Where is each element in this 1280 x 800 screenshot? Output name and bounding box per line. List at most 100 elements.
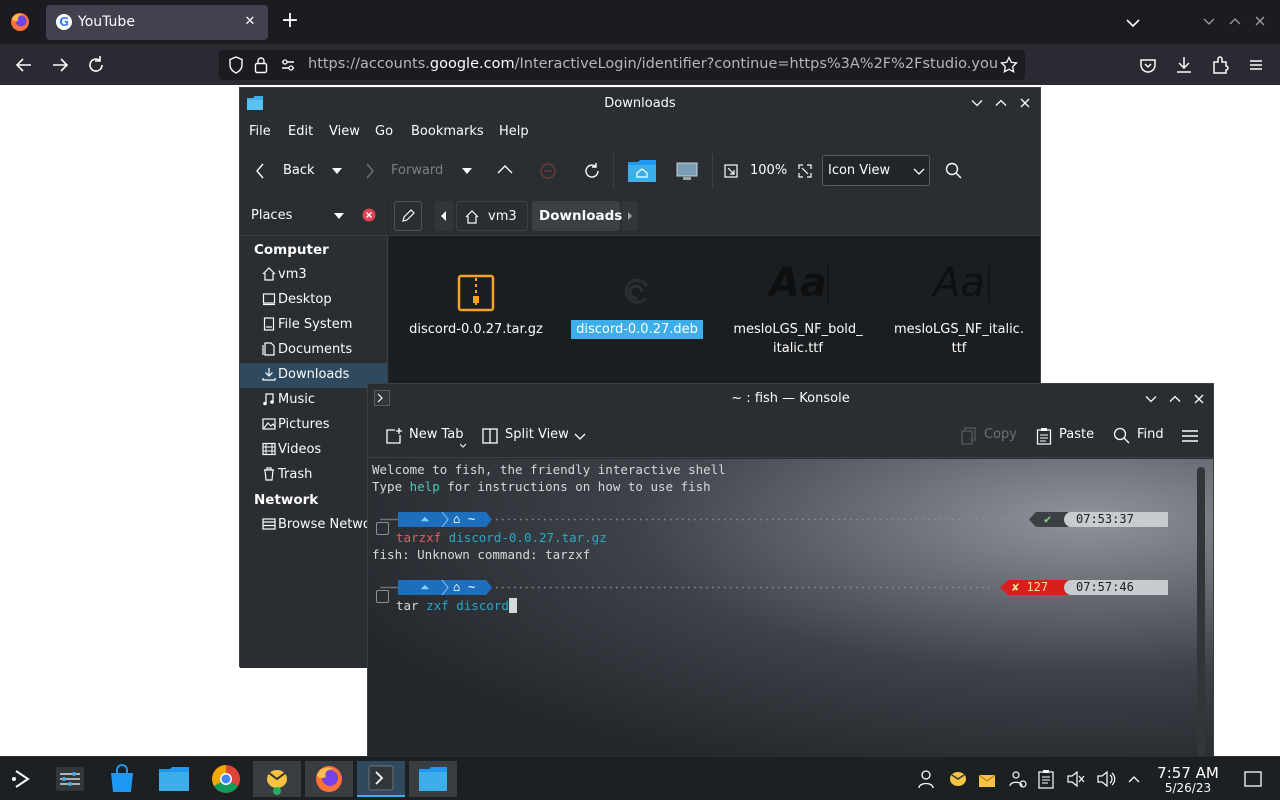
terminal-scrollbar[interactable] <box>1197 467 1205 757</box>
close-icon[interactable] <box>1192 392 1206 406</box>
downloads-icon[interactable] <box>1172 53 1196 77</box>
lock-icon[interactable] <box>253 55 269 75</box>
maximize-icon[interactable] <box>994 96 1008 110</box>
sidebar-item-trash[interactable]: Trash <box>240 463 387 488</box>
reload-icon[interactable] <box>84 53 108 77</box>
wine-tray-icon[interactable] <box>948 769 968 789</box>
sidebar-item-desktop[interactable]: Desktop <box>240 288 387 313</box>
sidebar-item-downloads[interactable]: Downloads <box>240 363 387 388</box>
audio-muted-icon[interactable] <box>1066 769 1086 789</box>
places-dropdown-icon[interactable] <box>334 212 344 220</box>
sidebar-item-videos[interactable]: Videos <box>240 438 387 463</box>
clock-time[interactable]: 7:57 AM <box>1155 764 1221 782</box>
wine-app-icon[interactable] <box>253 761 301 797</box>
close-icon[interactable] <box>1018 96 1032 110</box>
split-view-button[interactable]: Split View <box>505 427 569 442</box>
terminal-panel-icon[interactable] <box>676 161 698 181</box>
sidebar-item-documents[interactable]: Documents <box>240 338 387 363</box>
minimize-icon[interactable] <box>970 96 984 110</box>
sidebar-item-pictures[interactable]: Pictures <box>240 413 387 438</box>
zoom-level[interactable]: 100% <box>750 163 787 178</box>
close-tab-icon[interactable]: ✕ <box>240 12 260 32</box>
up-chevron-icon[interactable] <box>496 163 514 175</box>
url-bar[interactable]: https://accounts.google.com/InteractiveL… <box>219 50 1025 80</box>
pocket-icon[interactable] <box>1136 53 1160 77</box>
breadcrumb-expand-icon[interactable] <box>622 201 638 231</box>
permissions-icon[interactable] <box>279 56 297 74</box>
forward-chevron-icon[interactable] <box>364 162 376 180</box>
terminal-area[interactable]: Welcome to fish, the friendly interactiv… <box>368 459 1213 762</box>
user-icon[interactable] <box>916 769 936 789</box>
discover-store-icon[interactable] <box>102 761 142 797</box>
show-desktop-icon[interactable] <box>1243 769 1263 789</box>
dolphin-titlebar[interactable]: Downloads <box>240 88 1040 118</box>
firefox-logo-icon[interactable] <box>8 10 32 34</box>
menu-file[interactable]: File <box>249 124 271 139</box>
menu-bookmarks[interactable]: Bookmarks <box>411 124 484 139</box>
system-settings-icon[interactable] <box>50 761 90 797</box>
sidebar-item-browse-network[interactable]: Browse Netwo <box>240 513 387 538</box>
url-text[interactable]: https://accounts.google.com/InteractiveL… <box>308 56 998 72</box>
minimize-icon[interactable] <box>1144 392 1158 406</box>
app-launcher-icon[interactable] <box>2 761 42 797</box>
sidebar-item-file-system[interactable]: File System <box>240 313 387 338</box>
breadcrumb-home[interactable]: vm3 <box>456 201 528 231</box>
back-button[interactable]: Back <box>283 163 315 178</box>
find-button[interactable]: Find <box>1137 427 1164 442</box>
scroll-left-icon[interactable] <box>435 201 453 231</box>
view-mode-select[interactable]: Icon View <box>822 155 930 186</box>
new-tab-icon[interactable] <box>385 427 403 445</box>
files-folder-icon[interactable] <box>154 761 194 797</box>
volume-icon[interactable] <box>1096 769 1116 789</box>
search-icon[interactable] <box>944 161 964 181</box>
back-dropdown-icon[interactable] <box>332 167 342 175</box>
menu-view[interactable]: View <box>329 124 360 139</box>
split-view-icon[interactable] <box>482 427 498 445</box>
close-panel-icon[interactable] <box>362 208 376 222</box>
menu-edit[interactable]: Edit <box>288 124 313 139</box>
zoom-out-icon[interactable] <box>724 164 738 178</box>
file-item-deb[interactable]: discord-0.0.27.deb <box>562 272 712 339</box>
konsole-titlebar[interactable]: ~ : fish — Konsole <box>368 384 1213 414</box>
bookmark-star-icon[interactable] <box>999 55 1019 75</box>
new-tab-dropdown-icon[interactable] <box>460 442 466 448</box>
breadcrumb-current[interactable]: Downloads <box>532 201 622 231</box>
firefox-taskbar-icon[interactable] <box>305 761 353 797</box>
new-tab-button[interactable]: + <box>278 10 302 34</box>
clock-date[interactable]: 5/26/23 <box>1155 781 1221 795</box>
konsole-taskbar-icon[interactable] <box>357 761 405 797</box>
hamburger-menu-icon[interactable] <box>1244 53 1268 77</box>
new-tab-button[interactable]: New Tab <box>409 427 464 442</box>
forward-dropdown-icon[interactable] <box>462 167 472 175</box>
zoom-in-icon[interactable] <box>798 164 812 178</box>
show-hidden-icons-chevron-icon[interactable] <box>1126 771 1142 787</box>
reload-icon[interactable] <box>583 162 601 180</box>
menu-help[interactable]: Help <box>499 124 529 139</box>
copy-icon[interactable] <box>961 427 977 445</box>
menu-go[interactable]: Go <box>375 124 393 139</box>
sidebar-item-vm3[interactable]: vm3 <box>240 263 387 288</box>
list-all-tabs-chevron-icon[interactable] <box>1122 12 1144 34</box>
back-arrow-icon[interactable] <box>12 53 36 77</box>
back-chevron-icon[interactable] <box>254 162 266 180</box>
forward-arrow-icon[interactable] <box>48 53 72 77</box>
chrome-icon[interactable] <box>206 761 246 797</box>
maximize-icon[interactable] <box>1168 392 1182 406</box>
home-folder-icon[interactable] <box>626 158 658 184</box>
edit-location-button[interactable] <box>394 201 422 231</box>
paste-button[interactable]: Paste <box>1059 427 1094 442</box>
network-users-icon[interactable] <box>1008 769 1028 789</box>
stop-icon[interactable] <box>539 162 557 180</box>
clipboard-icon[interactable] <box>1037 769 1055 789</box>
file-item-tar-gz[interactable]: discord-0.0.27.tar.gz <box>401 272 551 339</box>
sidebar-item-music[interactable]: Music <box>240 388 387 413</box>
find-icon[interactable] <box>1113 427 1131 445</box>
hamburger-menu-icon[interactable] <box>1181 428 1199 444</box>
file-item-bold-italic-ttf[interactable]: Aa mesloLGS_NF_bold_ italic.ttf <box>723 256 873 358</box>
chevron-down-icon[interactable] <box>574 431 586 441</box>
forward-button[interactable]: Forward <box>391 163 443 178</box>
dolphin-taskbar-icon[interactable] <box>409 761 457 797</box>
file-item-italic-ttf[interactable]: Aa mesloLGS_NF_italic. ttf <box>884 256 1034 358</box>
mail-tray-icon[interactable] <box>977 769 997 789</box>
extensions-icon[interactable] <box>1208 53 1232 77</box>
